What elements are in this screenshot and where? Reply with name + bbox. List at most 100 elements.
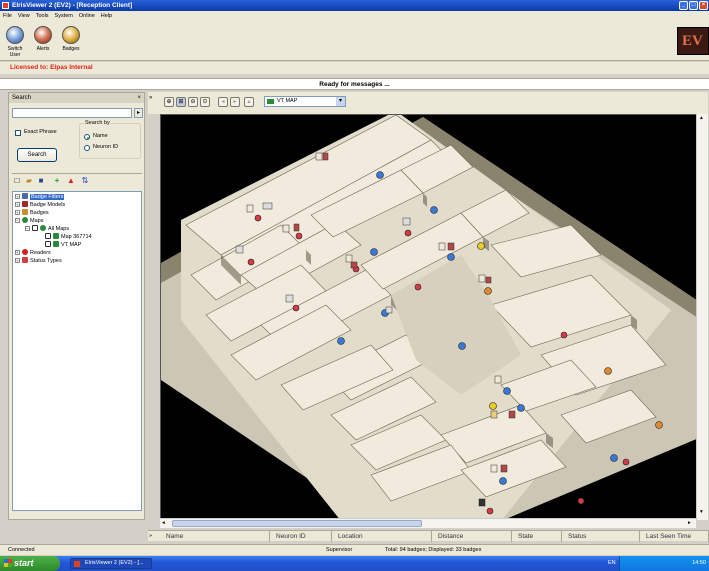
badge-marker-blue[interactable] <box>447 253 455 261</box>
menu-system[interactable]: System <box>52 11 76 21</box>
badge-marker-blue[interactable] <box>337 337 345 345</box>
badge-marker-orange[interactable] <box>604 367 612 375</box>
person-icon[interactable] <box>385 306 393 314</box>
person-icon[interactable] <box>402 217 411 226</box>
language-indicator[interactable]: EN <box>608 556 616 571</box>
taskbar-item-elrisviewer[interactable]: ElrisViewer 2 (EV2) - [... <box>70 558 152 569</box>
expand-icon[interactable]: + <box>15 194 20 199</box>
badge-marker-red[interactable] <box>247 258 255 266</box>
floor-plan-map[interactable] <box>161 115 705 520</box>
map-view[interactable] <box>160 114 705 520</box>
badge-marker-blue[interactable] <box>370 248 378 256</box>
scroll-down-icon[interactable]: ▾ <box>700 509 703 515</box>
expand-icon[interactable]: + <box>15 258 20 263</box>
tree-item-all-maps[interactable]: − All Maps <box>25 225 69 232</box>
close-button[interactable]: × <box>699 1 708 10</box>
checkbox-icon[interactable] <box>45 241 51 247</box>
zoom-out-icon[interactable]: ⊖ <box>188 97 198 107</box>
column-distance[interactable]: Distance <box>432 531 512 542</box>
tree-item-badge-models[interactable]: + Badge Models <box>15 201 65 208</box>
badge-marker-blue[interactable] <box>517 404 525 412</box>
search-input[interactable] <box>12 108 132 118</box>
column-state[interactable]: State <box>512 531 562 542</box>
add-icon[interactable]: + <box>52 176 62 186</box>
close-search-icon[interactable]: × <box>137 93 141 103</box>
scroll-right-icon[interactable]: ▸ <box>688 520 691 526</box>
new-icon[interactable]: □ <box>12 176 22 186</box>
pan-right-icon[interactable]: ▸ <box>230 97 240 107</box>
badge-marker-blue[interactable] <box>430 206 438 214</box>
person-icon[interactable] <box>262 202 273 210</box>
minimize-button[interactable]: _ <box>679 1 688 10</box>
search-button[interactable]: Search <box>17 148 57 162</box>
person-icon[interactable] <box>490 464 498 473</box>
neuron-id-radio[interactable] <box>84 145 90 151</box>
person-icon[interactable] <box>282 224 290 233</box>
person-icon[interactable] <box>490 410 498 419</box>
badge-marker-blue[interactable] <box>499 477 507 485</box>
person-icon[interactable] <box>478 498 486 507</box>
person-icon[interactable] <box>293 223 300 232</box>
badge-marker-red[interactable] <box>577 497 585 505</box>
tree-item-map-367714[interactable]: Map 367714 <box>45 233 92 240</box>
sort-icon[interactable]: ⇅ <box>80 176 90 186</box>
column-neuron-id[interactable]: Neuron ID <box>270 531 332 542</box>
person-icon[interactable] <box>438 242 446 251</box>
panel-splitter-icon[interactable]: » <box>149 95 152 101</box>
person-icon[interactable] <box>322 152 329 161</box>
column-name[interactable]: Name <box>160 531 270 542</box>
expand-icon[interactable]: + <box>15 210 20 215</box>
menu-help[interactable]: Help <box>98 11 115 21</box>
person-icon[interactable] <box>235 245 244 254</box>
badge-marker-yellow[interactable] <box>489 402 497 410</box>
column-location[interactable]: Location <box>332 531 432 542</box>
scroll-left-icon[interactable]: ◂ <box>162 520 165 526</box>
start-button[interactable]: start <box>0 556 60 571</box>
menu-tools[interactable]: Tools <box>33 11 52 21</box>
tree-item-vt-map[interactable]: VT MAP <box>45 241 81 248</box>
scroll-thumb[interactable] <box>172 520 422 527</box>
person-icon[interactable] <box>315 152 323 161</box>
pan-left-icon[interactable]: ◂ <box>218 97 228 107</box>
column-last-seen-time[interactable]: Last Seen Time <box>640 531 709 542</box>
scroll-up-icon[interactable]: ▴ <box>700 115 703 121</box>
badge-marker-red[interactable] <box>295 232 303 240</box>
badge-marker-blue[interactable] <box>376 171 384 179</box>
collapse-icon[interactable]: − <box>15 218 20 223</box>
badge-marker-yellow[interactable] <box>477 242 485 250</box>
open-folder-icon[interactable]: ▰ <box>24 176 34 186</box>
badge-marker-red[interactable] <box>404 229 412 237</box>
badge-marker-red[interactable] <box>622 458 630 466</box>
chevron-down-icon[interactable]: ▾ <box>336 97 345 106</box>
expand-icon[interactable]: + <box>15 250 20 255</box>
badge-marker-blue[interactable] <box>458 342 466 350</box>
badges-button[interactable]: Badges <box>58 24 84 58</box>
badge-marker-orange[interactable] <box>484 287 492 295</box>
save-icon[interactable]: ■ <box>36 176 46 186</box>
badge-marker-orange[interactable] <box>655 421 663 429</box>
search-go-button[interactable]: ▸ <box>134 108 143 118</box>
collapse-icon[interactable]: − <box>25 226 30 231</box>
badge-marker-red[interactable] <box>486 507 494 515</box>
person-icon[interactable] <box>508 410 516 419</box>
menu-file[interactable]: File <box>0 11 15 21</box>
column-status[interactable]: Status <box>562 531 640 542</box>
badge-marker-red[interactable] <box>254 214 262 222</box>
maximize-button[interactable]: □ <box>689 1 698 10</box>
checkbox-icon[interactable] <box>32 225 38 231</box>
pan-up-icon[interactable]: ▴ <box>244 97 254 107</box>
alert-icon[interactable]: ▲ <box>66 176 76 186</box>
badge-marker-red[interactable] <box>414 283 422 291</box>
person-icon[interactable] <box>485 276 492 284</box>
person-icon[interactable] <box>350 261 358 269</box>
zoom-in-icon[interactable]: ⊕ <box>164 97 174 107</box>
person-icon[interactable] <box>246 204 254 213</box>
panel-splitter-icon[interactable]: » <box>149 533 152 539</box>
person-icon[interactable] <box>478 274 486 283</box>
badge-marker-red[interactable] <box>560 331 568 339</box>
badge-marker-red[interactable] <box>292 304 300 312</box>
switch-user-button[interactable]: Switch User <box>2 24 28 58</box>
tree-item-badge-filters[interactable]: + Badge Filters <box>15 193 65 200</box>
person-icon[interactable] <box>500 464 508 473</box>
tree-item-status-types[interactable]: + Status Types <box>15 257 62 264</box>
